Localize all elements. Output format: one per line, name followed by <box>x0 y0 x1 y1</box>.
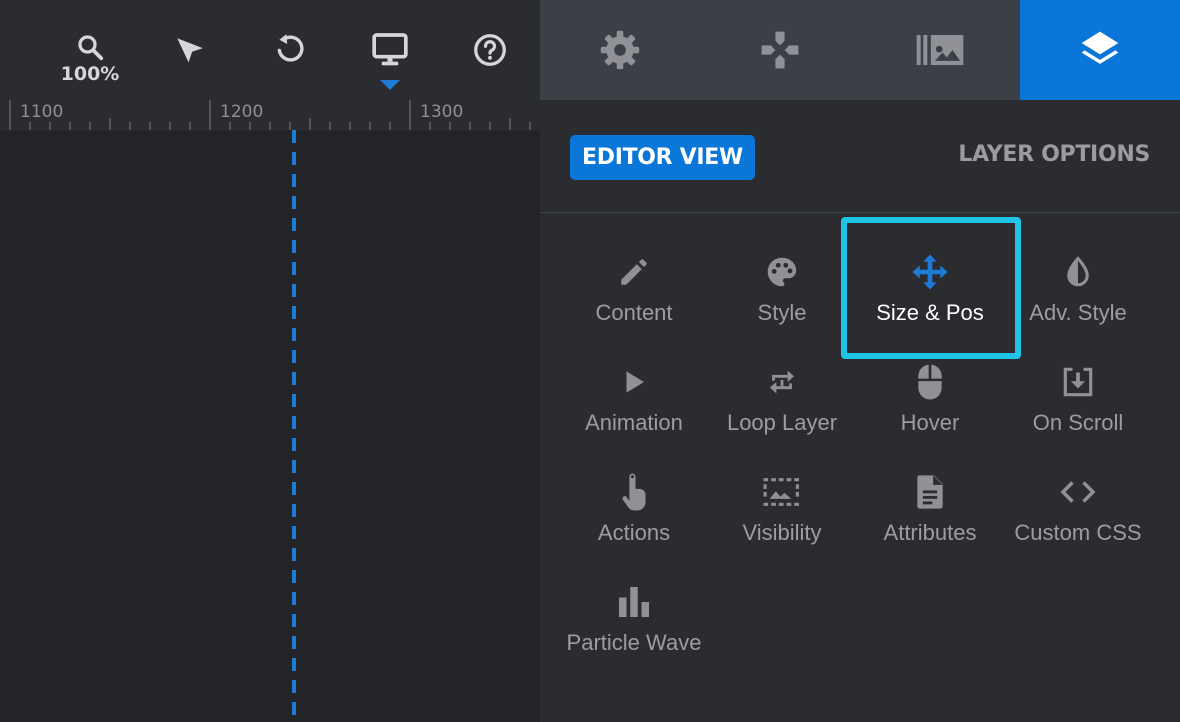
option-label: Attributes <box>883 520 977 545</box>
zoom-button[interactable]: 100% <box>50 0 130 100</box>
ruler-label: 1300 <box>420 102 464 122</box>
option-style[interactable]: Style <box>708 254 856 364</box>
contrast-drop-icon <box>1067 256 1089 287</box>
option-label: Animation <box>585 410 683 435</box>
option-custom-css[interactable]: Custom CSS <box>1004 474 1152 584</box>
zoom-level: 100% <box>60 63 120 85</box>
option-label: Loop Layer <box>726 410 838 435</box>
tab-navigation[interactable] <box>700 0 860 100</box>
editor-canvas[interactable] <box>0 130 540 722</box>
option-label: Size & Pos <box>876 300 984 325</box>
option-hover[interactable]: Hover <box>856 364 1004 474</box>
help-circle-icon <box>474 34 506 66</box>
pencil-icon <box>621 259 647 285</box>
option-visibility[interactable]: Visibility <box>708 474 856 584</box>
panel-divider <box>540 212 1180 213</box>
help-button[interactable] <box>450 0 530 100</box>
option-label: Style <box>757 300 807 325</box>
cursor-arrow-icon <box>177 38 203 63</box>
option-actions[interactable]: Actions <box>560 473 708 584</box>
panel-tabs <box>540 0 1180 100</box>
undo-button[interactable] <box>250 0 330 100</box>
option-attributes[interactable]: Attributes <box>856 474 1004 584</box>
layer-options-tab[interactable]: LAYER OPTIONS <box>958 142 1150 167</box>
play-icon <box>626 371 644 393</box>
editor-view-button[interactable]: EDITOR VIEW <box>570 135 755 180</box>
option-label: Actions <box>597 520 671 545</box>
code-icon <box>1060 481 1096 503</box>
vertical-guide-line[interactable] <box>292 130 296 722</box>
loop-icon <box>769 370 795 394</box>
search-icon <box>78 35 104 61</box>
media-library-icon <box>916 35 964 65</box>
gear-icon <box>600 30 640 70</box>
option-content[interactable]: Content <box>560 254 708 364</box>
option-label: Custom CSS <box>1014 520 1142 545</box>
mouse-icon <box>918 364 942 400</box>
layers-icon <box>1081 31 1119 64</box>
monitor-icon <box>372 33 408 66</box>
tab-slides[interactable] <box>860 0 1020 100</box>
option-on-scroll[interactable]: On Scroll <box>1004 364 1152 474</box>
select-tool-button[interactable] <box>150 0 230 100</box>
touch-hand-icon <box>622 473 646 511</box>
tab-settings[interactable] <box>540 0 700 100</box>
option-loop-layer[interactable]: Loop Layer <box>708 364 856 474</box>
option-label: Content <box>595 300 673 325</box>
main-toolbar: 100% <box>0 0 540 100</box>
image-frame-icon <box>763 478 799 506</box>
document-icon <box>917 475 943 509</box>
undo-icon <box>277 34 304 62</box>
horizontal-ruler: 1100 1200 1300 <box>0 100 540 130</box>
option-adv-style[interactable]: Adv. Style <box>1004 254 1152 364</box>
device-switch-button[interactable] <box>350 0 430 100</box>
option-label: Visibility <box>742 520 822 545</box>
bar-chart-icon <box>619 587 649 617</box>
option-size-pos[interactable]: Size & Pos <box>856 254 1004 364</box>
option-label: Particle Wave <box>566 630 702 655</box>
ruler-label: 1100 <box>20 102 64 122</box>
option-particle-wave[interactable]: Particle Wave <box>560 584 708 694</box>
ruler-label: 1200 <box>220 102 264 122</box>
move-arrows-icon <box>912 254 948 290</box>
active-device-indicator <box>380 80 400 90</box>
option-animation[interactable]: Animation <box>560 364 708 474</box>
tab-layers[interactable] <box>1020 0 1180 100</box>
option-label: Adv. Style <box>1029 300 1127 325</box>
palette-icon <box>767 257 797 287</box>
download-box-icon <box>1063 367 1093 397</box>
option-label: On Scroll <box>1032 410 1124 435</box>
option-label: Hover <box>900 410 960 435</box>
gamepad-icon <box>761 31 799 69</box>
